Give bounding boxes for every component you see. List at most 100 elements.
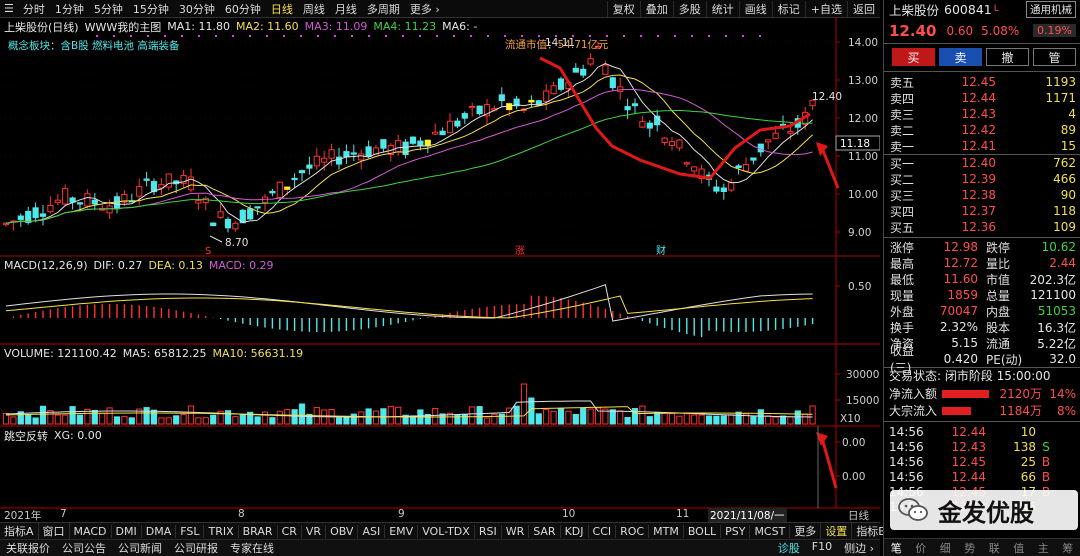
bids-row[interactable]: 买三 12.38 90 [884, 187, 1080, 203]
sell-button[interactable]: 卖 [939, 48, 982, 66]
volume-bar [165, 417, 172, 425]
toolbar-action-5[interactable]: 标记 [771, 0, 805, 17]
candle-body [269, 190, 276, 194]
status-right-0[interactable]: 诊股 [772, 540, 806, 556]
bids-row[interactable]: 买四 12.37 118 [884, 203, 1080, 219]
indicator-tab-10[interactable]: OBV [326, 524, 359, 538]
toolbar-action-4[interactable]: 画线 [738, 0, 772, 17]
volume-bar [498, 413, 505, 425]
status-right-2[interactable]: 侧边 › [838, 540, 880, 556]
asks-volume: 15 [1060, 139, 1076, 153]
period-tab-4[interactable]: 30分钟 [174, 1, 220, 17]
indicator-tab-23[interactable]: MCST [750, 524, 791, 538]
period-tab-9[interactable]: 多周期 [362, 1, 405, 17]
toolbar-action-2[interactable]: 多股 [672, 0, 706, 17]
panel-tab-0[interactable]: 笔 [884, 540, 909, 556]
asks-row[interactable]: 卖一 12.41 15 [884, 138, 1080, 154]
indicator-tab-19[interactable]: ROC [616, 524, 650, 538]
period-tab-0[interactable]: 分时 [18, 1, 50, 17]
volume-bar [683, 413, 690, 425]
bids-row[interactable]: 买五 12.36 109 [884, 219, 1080, 235]
status-tab-3[interactable]: 公司研报 [168, 540, 224, 556]
bids-volume: 118 [1053, 204, 1076, 218]
asks-label: 卖四 [890, 91, 915, 106]
bids-row[interactable]: 买一 12.40 762 [884, 155, 1080, 171]
toolbar-action-0[interactable]: 复权 [606, 0, 640, 17]
indicator-tab-5[interactable]: FSL [176, 524, 205, 538]
flow-row: 净流入额 2120万 14% [884, 385, 1080, 402]
indicator-tab-6[interactable]: TRIX [204, 524, 239, 538]
indicator-tab-17[interactable]: KDJ [561, 524, 589, 538]
indicator-tab-7[interactable]: BRAR [239, 524, 278, 538]
signal-dot [640, 35, 642, 37]
indicator-tab-3[interactable]: DMI [112, 524, 142, 538]
status-tab-4[interactable]: 专家在线 [224, 540, 280, 556]
manage-button[interactable]: 管 [1033, 48, 1076, 66]
panel-tab-7[interactable]: 筹 [1056, 540, 1080, 556]
indicator-tab-13[interactable]: VOL-TDX [418, 524, 475, 538]
bids-row[interactable]: 买二 12.39 466 [884, 171, 1080, 187]
panel-tab-4[interactable]: 联 [982, 540, 1007, 556]
toolbar-actions: 复权 叠加 多股 统计 画线 标记 +自选 返回 [606, 0, 880, 17]
indicator-tab-1[interactable]: 窗口 [39, 523, 70, 539]
current-price-label: 11.18 [840, 138, 870, 150]
period-tab-2[interactable]: 5分钟 [89, 1, 128, 17]
indicator-tab-21[interactable]: BOLL [684, 524, 722, 538]
asks-row[interactable]: 卖二 12.42 89 [884, 122, 1080, 138]
period-tab-6[interactable]: 日线 [266, 1, 298, 17]
volume-bar [173, 415, 180, 425]
volume-bar [25, 414, 32, 425]
menu-icon[interactable]: ☰ [0, 2, 18, 15]
candle-body [550, 85, 557, 95]
panel-tab-2[interactable]: 细 [933, 540, 958, 556]
xg-label: 跳空反转 [4, 429, 48, 443]
status-tab-0[interactable]: 关联报价 [0, 540, 56, 556]
indicator-tab-14[interactable]: RSI [475, 524, 502, 538]
period-tab-5[interactable]: 60分钟 [220, 1, 266, 17]
indicator-tab-25[interactable]: 设置 [821, 523, 853, 539]
indicator-tab-22[interactable]: PSY [721, 524, 751, 538]
stat-row: 现量 1859 总量 121100 [884, 287, 1080, 303]
status-right-1[interactable]: F10 [806, 540, 838, 556]
toolbar-action-1[interactable]: 叠加 [639, 0, 673, 17]
period-tab-7[interactable]: 周线 [298, 1, 330, 17]
macd-tick-label: 0.50 [848, 281, 871, 293]
period-tab-8[interactable]: 月线 [330, 1, 362, 17]
status-tab-2[interactable]: 公司新闻 [112, 540, 168, 556]
status-tab-1[interactable]: 公司公告 [56, 540, 112, 556]
indicator-tab-15[interactable]: WR [502, 524, 530, 538]
cancel-order-button[interactable]: 撤 [986, 48, 1029, 66]
indicator-tab-18[interactable]: CCI [589, 524, 617, 538]
signal-dot [232, 35, 234, 37]
asks-row[interactable]: 卖四 12.44 1171 [884, 90, 1080, 106]
toolbar-action-3[interactable]: 统计 [705, 0, 739, 17]
indicator-tab-9[interactable]: VR [302, 524, 327, 538]
period-tab-1[interactable]: 1分钟 [50, 1, 89, 17]
asks-row[interactable]: 卖三 12.43 4 [884, 106, 1080, 122]
period-tab-3[interactable]: 15分钟 [128, 1, 174, 17]
asks-row[interactable]: 卖五 12.45 1193 [884, 74, 1080, 90]
status-right: 诊股 F10 侧边 › [772, 540, 880, 556]
panel-tab-1[interactable]: 价 [909, 540, 934, 556]
indicator-tab-24[interactable]: 更多 [790, 523, 822, 539]
indicator-tab-12[interactable]: EMV [385, 524, 419, 538]
panel-tab-3[interactable]: 势 [958, 540, 983, 556]
industry-tag[interactable]: 通用机械 [1026, 0, 1076, 18]
buy-button[interactable]: 买 [892, 48, 935, 66]
indicator-tab-11[interactable]: ASI [358, 524, 386, 538]
price-tick-label: 11.00 [848, 151, 878, 163]
toolbar-action-7[interactable]: 返回 [847, 0, 880, 17]
candle-body [62, 188, 69, 205]
panel-tab-5[interactable]: 值 [1007, 540, 1032, 556]
indicator-tab-2[interactable]: MACD [70, 524, 112, 538]
period-toolbar: ☰ 分时 1分钟 5分钟 15分钟 30分钟 60分钟 日线 周线 月线 多周期 更多 › 复权 叠加 多股… [0, 0, 880, 18]
toolbar-action-6[interactable]: +自选 [804, 0, 847, 17]
indicator-tab-8[interactable]: CR [278, 524, 302, 538]
indicator-tab-16[interactable]: SAR [529, 524, 561, 538]
indicator-tab-0[interactable]: 指标A [0, 523, 39, 539]
signal-dot [589, 35, 591, 37]
period-tab-10[interactable]: 更多 › [405, 1, 445, 17]
panel-tab-6[interactable]: 主 [1031, 540, 1056, 556]
indicator-tab-4[interactable]: DMA [142, 524, 177, 538]
indicator-tab-20[interactable]: MTM [649, 524, 684, 538]
